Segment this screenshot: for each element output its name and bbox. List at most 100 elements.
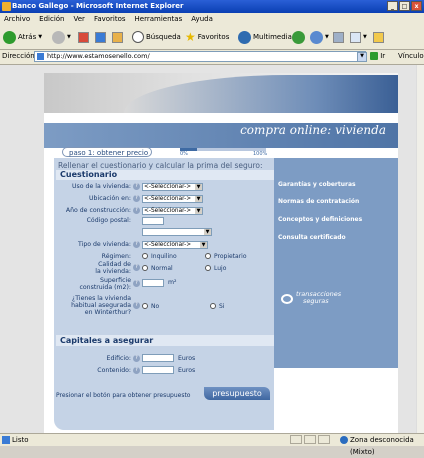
radio-si[interactable] xyxy=(210,303,216,309)
help-icon[interactable]: ? xyxy=(133,355,140,362)
help-icon[interactable]: ? xyxy=(133,241,140,248)
star-icon: ★ xyxy=(185,30,196,44)
help-icon[interactable]: ? xyxy=(133,264,140,271)
menu-ver[interactable]: Ver xyxy=(74,15,85,23)
history-button[interactable] xyxy=(292,30,305,44)
radio-propietario[interactable] xyxy=(205,253,211,259)
address-dropdown[interactable]: ▼ xyxy=(357,52,367,62)
chevron-down-icon: ▼ xyxy=(195,196,202,202)
chevron-down-icon: ▼ xyxy=(200,242,207,248)
multimedia-button[interactable]: Multimedia xyxy=(238,30,292,44)
poblacion-select[interactable]: ▼ xyxy=(142,228,212,236)
uso-select[interactable]: <-Seleccionar-> ▼ xyxy=(142,183,203,191)
anio-select[interactable]: <-Seleccionar-> ▼ xyxy=(142,207,203,215)
stop-icon xyxy=(78,31,89,43)
radio-normal[interactable] xyxy=(142,265,148,271)
help-icon[interactable]: ? xyxy=(133,183,140,190)
address-input[interactable]: http://www.estamosenello.com/ xyxy=(34,51,366,62)
cuestionario-heading: Cuestionario xyxy=(56,170,274,180)
address-label: Dirección xyxy=(2,52,35,60)
back-arrow-icon xyxy=(3,30,16,44)
refresh-icon xyxy=(95,31,106,43)
address-bar: Dirección http://www.estamosenello.com/ … xyxy=(0,50,424,65)
ubicacion-select[interactable]: <-Seleccionar-> ▼ xyxy=(142,195,203,203)
edificio-label: Edificio: xyxy=(106,355,131,362)
links-button[interactable]: Vínculos xyxy=(398,52,424,60)
tipo-select[interactable]: <-Seleccionar-> ▼ xyxy=(142,241,208,249)
radio-lujo[interactable] xyxy=(205,265,211,271)
status-text: Listo xyxy=(12,436,29,444)
edificio-input[interactable] xyxy=(142,354,174,362)
go-arrow-icon xyxy=(370,52,378,60)
radio-propietario-label: Propietario xyxy=(214,253,247,260)
help-icon[interactable]: ? xyxy=(133,207,140,214)
mail-button[interactable]: ▼ xyxy=(310,30,329,44)
contenido-input[interactable] xyxy=(142,366,174,374)
forward-button[interactable]: ▼ xyxy=(52,30,71,44)
go-button[interactable]: Ir xyxy=(370,52,385,60)
ubicacion-label: Ubicación en: xyxy=(89,195,131,202)
maximize-button[interactable]: □ xyxy=(399,1,410,11)
vertical-scrollbar[interactable] xyxy=(416,65,424,433)
sidebar-link-normas[interactable]: Normas de contratación xyxy=(278,198,359,205)
radio-normal-label: Normal xyxy=(151,265,173,272)
habitual-label: ¿Tienes la vivienda xyxy=(71,295,131,302)
ie-app-icon xyxy=(2,2,11,11)
sidebar-link-consulta[interactable]: Consulta certificado xyxy=(278,234,346,241)
folder-icon xyxy=(373,31,384,43)
help-icon[interactable]: ? xyxy=(133,195,140,202)
search-button[interactable]: Búsqueda xyxy=(132,30,181,44)
contenido-unit: Euros xyxy=(178,367,196,374)
menu-ayuda[interactable]: Ayuda xyxy=(191,15,213,23)
menu-favoritos[interactable]: Favoritos xyxy=(94,15,126,23)
radio-inquilino-label: Inquilino xyxy=(151,253,177,260)
menu-herramientas[interactable]: Herramientas xyxy=(135,15,183,23)
home-button[interactable] xyxy=(112,30,123,44)
minimize-button[interactable]: _ xyxy=(387,1,398,11)
contenido-label: Contenido: xyxy=(97,367,131,374)
title-bar: Banco Gallego - Microsoft Internet Explo… xyxy=(0,0,424,13)
superficie-label-2: construida (m2): xyxy=(79,284,131,291)
print-button[interactable] xyxy=(333,30,344,44)
tipo-label: Tipo de vivienda: xyxy=(78,241,131,248)
folder-button[interactable] xyxy=(373,30,384,44)
menu-edicion[interactable]: Edición xyxy=(39,15,64,23)
cp-input[interactable] xyxy=(142,217,164,225)
presupuesto-button[interactable]: presupuesto xyxy=(204,387,270,400)
sidebar-link-garantias[interactable]: Garantías y coberturas xyxy=(278,181,356,188)
favorites-button[interactable]: ★ Favoritos xyxy=(185,30,229,44)
mail-icon xyxy=(310,30,323,44)
superficie-label: Superficie xyxy=(100,277,131,284)
browser-viewport: compra online: vivienda paso 1: obtener … xyxy=(0,65,416,433)
multimedia-icon xyxy=(238,30,251,44)
internet-zone-icon xyxy=(340,436,348,444)
stop-button[interactable] xyxy=(78,30,89,44)
search-icon xyxy=(132,31,144,43)
edit-button[interactable]: ▼ xyxy=(350,30,367,44)
radio-inquilino[interactable] xyxy=(142,253,148,259)
superficie-unit: m² xyxy=(168,279,177,286)
chevron-down-icon: ▼ xyxy=(195,208,202,214)
secure-transactions-icon xyxy=(281,294,293,304)
radio-no[interactable] xyxy=(142,303,148,309)
page-status-icon xyxy=(2,436,10,444)
page-icon xyxy=(37,53,44,60)
banner-title: compra online: vivienda xyxy=(240,123,386,137)
help-icon[interactable]: ? xyxy=(133,280,140,287)
step-tab: paso 1: obtener precio xyxy=(62,147,152,157)
print-icon xyxy=(333,31,344,43)
back-button[interactable]: Atrás ▼ xyxy=(3,30,42,44)
close-button[interactable]: x xyxy=(411,1,422,11)
help-icon[interactable]: ? xyxy=(133,367,140,374)
status-bar: Listo Zona desconocida (Mixto) xyxy=(0,433,424,456)
security-zone: Zona desconocida (Mixto) xyxy=(350,436,414,456)
radio-lujo-label: Lujo xyxy=(214,265,227,272)
help-icon[interactable]: ? xyxy=(133,302,140,309)
refresh-button[interactable] xyxy=(95,30,106,44)
progress-end: 100% xyxy=(253,151,268,157)
superficie-input[interactable] xyxy=(142,279,164,287)
sidebar-link-conceptos[interactable]: Conceptos y definiciones xyxy=(278,216,362,223)
anio-label: Año de construcción: xyxy=(65,207,131,214)
menu-archivo[interactable]: Archivo xyxy=(4,15,30,23)
instruction-text: Presionar el botón para obtener presupue… xyxy=(56,392,191,399)
